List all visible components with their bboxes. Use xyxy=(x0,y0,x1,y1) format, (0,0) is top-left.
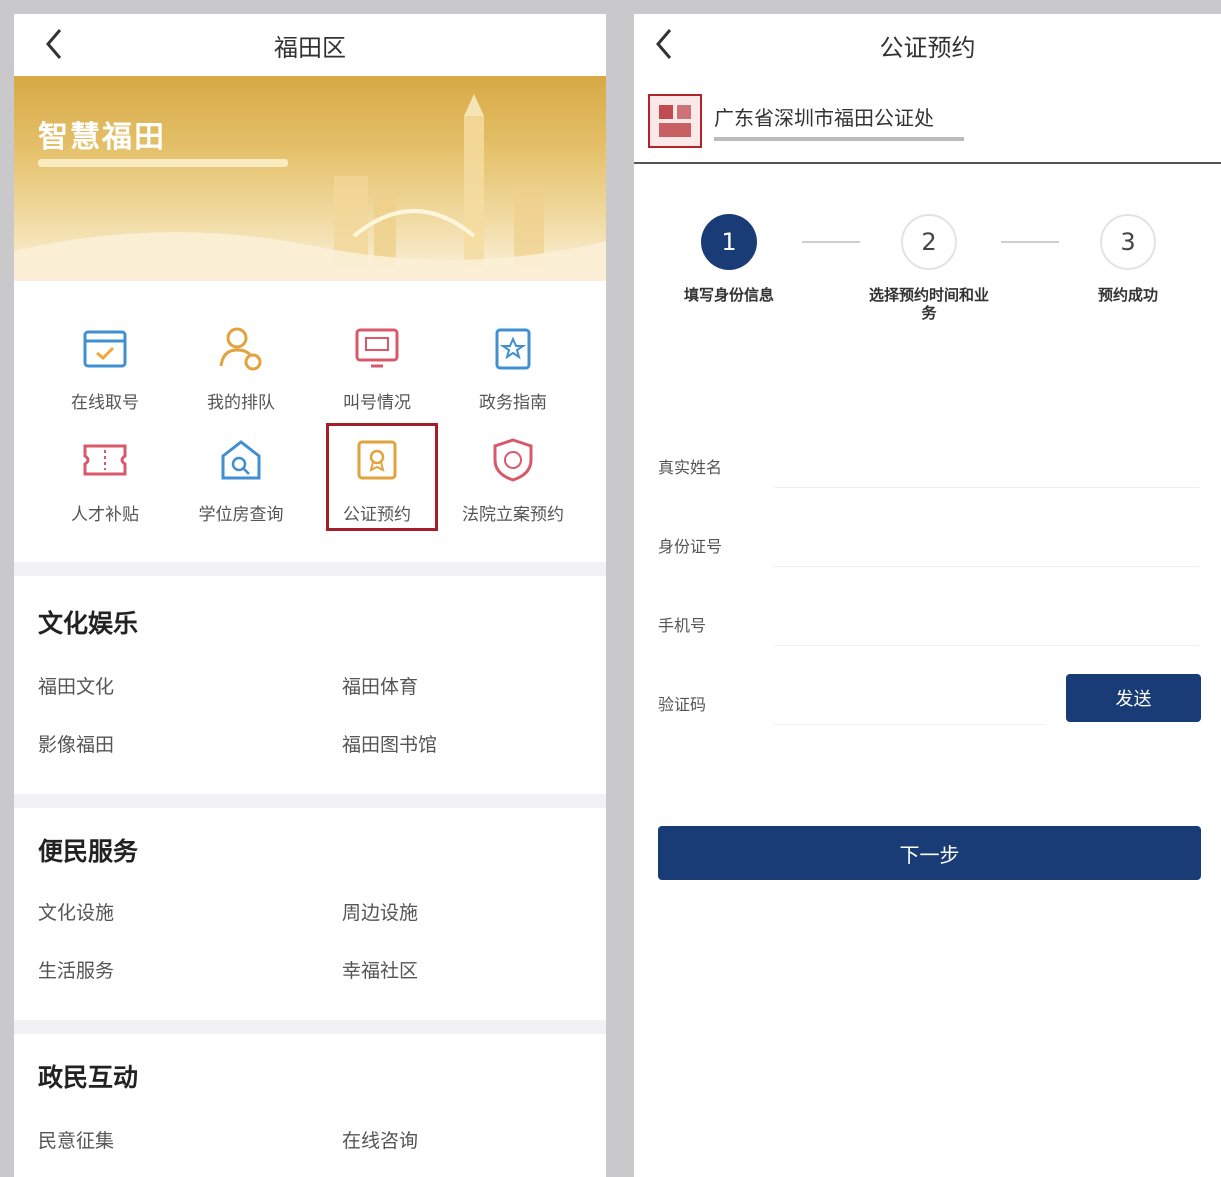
link-item[interactable]: 福田体育 xyxy=(342,672,418,699)
section-interaction: 政民互动 民意征集 在线咨询 xyxy=(14,1034,606,1177)
header: 公证预约 广东省深圳市福田公证处 xyxy=(634,14,1221,164)
notary-seal-logo xyxy=(648,94,702,148)
page-title: 公证预约 xyxy=(879,33,976,62)
grid-item-my-queue[interactable]: 我的排队 xyxy=(173,314,309,426)
highlight-frame xyxy=(326,423,438,531)
back-button[interactable] xyxy=(34,24,74,64)
section-title: 便民服务 xyxy=(38,837,139,866)
step-label: 预约成功 xyxy=(1097,286,1158,304)
divider xyxy=(14,562,606,576)
step-connector xyxy=(1001,241,1059,243)
blurred-subtitle-text xyxy=(38,159,288,167)
grid-item-service-guide[interactable]: 政务指南 xyxy=(445,314,581,426)
divider xyxy=(14,794,606,808)
grid-label: 叫号情况 xyxy=(343,393,411,413)
grid-label: 人才补贴 xyxy=(71,505,139,525)
id-number-input[interactable] xyxy=(774,517,1199,567)
verification-code-input[interactable] xyxy=(774,675,1044,725)
org-banner: 广东省深圳市福田公证处 xyxy=(648,94,964,148)
org-name: 广东省深圳市福田公证处 xyxy=(714,105,934,130)
banner-title: 智慧福田 xyxy=(38,120,166,155)
user-queue-icon xyxy=(215,322,267,374)
step-indicator: 1 填写身份信息 2 选择预约时间和业务 3 预约成功 xyxy=(634,214,1221,344)
banner[interactable]: 智慧福田 xyxy=(14,76,606,281)
ticket-icon xyxy=(79,434,131,486)
link-item[interactable]: 周边设施 xyxy=(342,898,418,925)
left-screen: 福田区 智慧福田 在线取号 我的排队 叫号情况 政务指南 人才补贴 学位房查询 … xyxy=(14,14,606,1177)
step-1: 1 填写身份信息 xyxy=(659,214,799,304)
link-item[interactable]: 在线咨询 xyxy=(342,1126,418,1153)
link-item[interactable]: 福田文化 xyxy=(38,672,114,699)
back-button[interactable] xyxy=(644,24,684,64)
section-title: 文化娱乐 xyxy=(38,609,139,638)
monitor-icon xyxy=(351,322,403,374)
name-input[interactable] xyxy=(774,438,1199,488)
link-item[interactable]: 民意征集 xyxy=(38,1126,114,1153)
next-step-button[interactable]: 下一步 xyxy=(658,826,1201,880)
field-label: 身份证号 xyxy=(658,537,723,556)
grid-label: 政务指南 xyxy=(479,393,547,413)
link-item[interactable]: 影像福田 xyxy=(38,730,114,757)
page-title: 福田区 xyxy=(274,33,346,62)
grid-item-court-appointment[interactable]: 法院立案预约 xyxy=(445,426,581,538)
house-search-icon xyxy=(215,434,267,486)
city-skyline-illustration xyxy=(14,94,606,281)
link-item[interactable]: 福田图书馆 xyxy=(342,730,437,757)
section-culture: 文化娱乐 福田文化 福田体育 影像福田 福田图书馆 xyxy=(14,576,606,798)
chevron-left-icon xyxy=(46,29,62,59)
grid-item-online-ticket[interactable]: 在线取号 xyxy=(37,314,173,426)
link-item[interactable]: 幸福社区 xyxy=(342,956,418,983)
section-services: 便民服务 文化设施 周边设施 生活服务 幸福社区 xyxy=(14,808,606,1030)
grid-label: 学位房查询 xyxy=(198,505,284,525)
form-row-code: 验证码 发送 xyxy=(634,661,1221,741)
step-number: 2 xyxy=(901,214,957,270)
grid-label: 我的排队 xyxy=(207,393,275,413)
link-item[interactable]: 生活服务 xyxy=(38,956,114,983)
nav-bar: 福田区 xyxy=(14,14,606,76)
chevron-left-icon xyxy=(656,29,672,59)
service-grid: 在线取号 我的排队 叫号情况 政务指南 人才补贴 学位房查询 公证预约 法院立案… xyxy=(14,314,606,538)
step-label: 选择预约时间和业务 xyxy=(868,286,989,322)
step-2: 2 选择预约时间和业务 xyxy=(859,214,999,322)
phone-input[interactable] xyxy=(774,596,1199,646)
step-number: 3 xyxy=(1100,214,1156,270)
grid-item-school-house[interactable]: 学位房查询 xyxy=(173,426,309,538)
field-label: 手机号 xyxy=(658,616,707,635)
calendar-check-icon xyxy=(79,322,131,374)
org-english-name xyxy=(714,136,964,141)
field-label: 真实姓名 xyxy=(658,458,723,477)
shield-icon xyxy=(487,434,539,486)
step-number: 1 xyxy=(701,214,757,270)
grid-label: 法院立案预约 xyxy=(462,505,564,525)
grid-label: 在线取号 xyxy=(71,393,139,413)
book-icon xyxy=(487,322,539,374)
form-row-phone: 手机号 xyxy=(634,582,1221,662)
field-label: 验证码 xyxy=(658,695,707,714)
nav-bar: 公证预约 xyxy=(634,14,1221,76)
grid-item-call-status[interactable]: 叫号情况 xyxy=(309,314,445,426)
divider xyxy=(14,1020,606,1034)
step-3: 3 预约成功 xyxy=(1058,214,1198,304)
right-screen: 公证预约 广东省深圳市福田公证处 1 填写身份信息 2 选择预约时间和业务 3 … xyxy=(634,14,1221,1177)
section-title: 政民互动 xyxy=(38,1063,139,1092)
send-code-button[interactable]: 发送 xyxy=(1066,674,1201,722)
step-connector xyxy=(802,241,860,243)
step-label: 填写身份信息 xyxy=(683,286,774,304)
link-item[interactable]: 文化设施 xyxy=(38,898,114,925)
form-row-name: 真实姓名 xyxy=(634,424,1221,504)
form-row-id: 身份证号 xyxy=(634,503,1221,583)
grid-item-talent-subsidy[interactable]: 人才补贴 xyxy=(37,426,173,538)
